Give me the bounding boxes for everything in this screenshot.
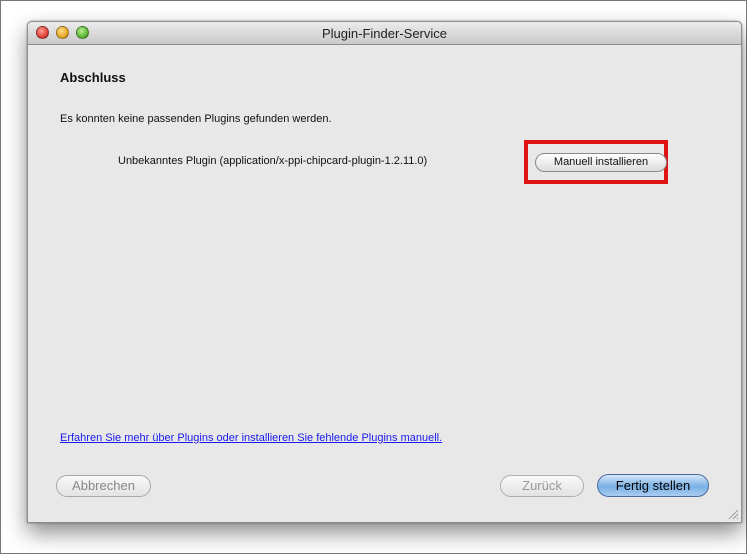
- manual-install-button[interactable]: Manuell installieren: [535, 153, 667, 172]
- plugin-finder-window: Plugin-Finder-Service Abschluss Es konnt…: [27, 21, 742, 523]
- screenshot-frame: Plugin-Finder-Service Abschluss Es konnt…: [0, 0, 747, 554]
- cancel-button[interactable]: Abbrechen: [56, 475, 151, 497]
- finish-button[interactable]: Fertig stellen: [597, 474, 709, 497]
- window-title: Plugin-Finder-Service: [322, 26, 447, 41]
- status-message: Es konnten keine passenden Plugins gefun…: [60, 113, 332, 125]
- title-bar[interactable]: Plugin-Finder-Service: [28, 22, 741, 45]
- learn-more-link[interactable]: Erfahren Sie mehr über Plugins oder inst…: [60, 432, 442, 444]
- back-button[interactable]: Zurück: [500, 475, 584, 497]
- plugin-label: Unbekanntes Plugin (application/x-ppi-ch…: [118, 155, 428, 167]
- resize-grip-icon[interactable]: [728, 509, 739, 520]
- page-heading: Abschluss: [60, 70, 126, 85]
